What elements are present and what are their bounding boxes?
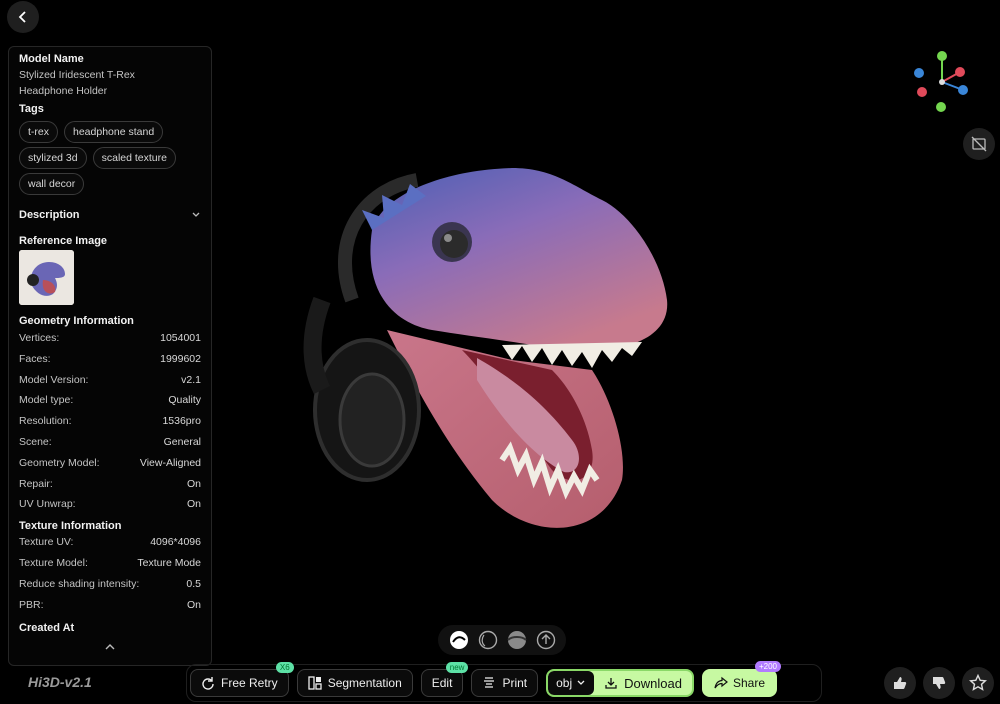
- reference-image-label: Reference Image: [19, 235, 108, 247]
- download-button[interactable]: Download: [594, 671, 692, 695]
- like-button[interactable]: [884, 667, 916, 699]
- back-button[interactable]: [7, 1, 39, 33]
- favorite-button[interactable]: [962, 667, 994, 699]
- upload-circle-icon: [536, 630, 555, 650]
- image-off-icon: [971, 136, 987, 152]
- model-name-label: Model Name: [19, 53, 84, 65]
- view-mode-shaded-button[interactable]: [448, 629, 470, 651]
- print-button[interactable]: Print: [471, 669, 539, 697]
- star-icon: [969, 674, 987, 691]
- free-retry-button[interactable]: Free Retry X6: [190, 662, 294, 697]
- tag-chip[interactable]: scaled texture: [92, 147, 176, 169]
- download-icon: [605, 678, 617, 689]
- tag-list: t-rex headphone stand stylized 3d scaled…: [19, 121, 201, 195]
- model-name-line2: Headphone Holder: [19, 85, 108, 97]
- model-viewport[interactable]: [212, 0, 1000, 660]
- share-label: Share: [732, 676, 765, 690]
- model-info-panel: Model Name Stylized Iridescent T-Rex Hea…: [8, 46, 212, 666]
- model-name-value: Stylized Iridescent T-Rex Headphone Hold…: [19, 67, 159, 99]
- share-button[interactable]: Share +200: [701, 661, 781, 697]
- texture-row: Reduce shading intensity: 0.5: [19, 577, 201, 590]
- chevron-down-icon: [192, 212, 200, 217]
- trex-3d-model: [303, 168, 668, 528]
- free-retry-label: Free Retry: [221, 676, 278, 690]
- edit-label: Edit: [431, 676, 453, 690]
- geometry-row: Model type: Quality: [19, 394, 201, 407]
- chevron-up-icon: [105, 644, 115, 650]
- tag-chip[interactable]: stylized 3d: [19, 147, 87, 169]
- tag-chip[interactable]: t-rex: [19, 121, 58, 143]
- geometry-info-label: Geometry Information: [19, 315, 134, 327]
- hide-image-button[interactable]: [963, 128, 995, 160]
- edit-button[interactable]: Edit new: [420, 662, 469, 697]
- share-icon: [714, 676, 728, 689]
- tags-label: Tags: [19, 103, 44, 115]
- geometry-row: Resolution: 1536pro: [19, 415, 201, 428]
- print-icon: [484, 677, 495, 688]
- segmentation-label: Segmentation: [327, 676, 402, 690]
- print-label: Print: [502, 676, 528, 690]
- geometry-row: Vertices: 1054001: [19, 332, 201, 344]
- dislike-button[interactable]: [923, 667, 955, 699]
- retry-icon: [202, 677, 214, 690]
- brand-label: Hi3D-v2.1: [28, 674, 92, 690]
- thumbs-down-icon: [933, 677, 946, 689]
- download-label: Download: [624, 675, 682, 691]
- created-at-label: Created At: [19, 622, 75, 635]
- geometry-row: Scene: General: [19, 435, 201, 448]
- trex-thumbnail-image: [19, 250, 74, 305]
- shaded-sphere-icon: [449, 631, 468, 649]
- collapse-panel-button[interactable]: [19, 642, 201, 652]
- download-group: obj Download: [546, 669, 694, 697]
- outline-sphere-icon: [478, 630, 497, 650]
- geometry-row: Model Version: v2.1: [19, 373, 201, 386]
- view-mode-controls: [438, 625, 566, 655]
- chevron-down-icon: [577, 680, 585, 685]
- segmentation-icon: [308, 676, 322, 690]
- format-value: obj: [556, 676, 573, 690]
- upload-view-button[interactable]: [535, 629, 557, 651]
- chevron-left-icon: [18, 11, 26, 23]
- material-sphere-icon: [506, 631, 527, 649]
- share-reward-badge: +200: [754, 661, 781, 672]
- description-label: Description: [19, 209, 80, 221]
- retry-count-badge: X6: [275, 662, 294, 673]
- format-select[interactable]: obj: [548, 671, 595, 695]
- tag-chip[interactable]: wall decor: [19, 173, 85, 195]
- geometry-row: Repair: On: [19, 477, 201, 490]
- texture-info-label: Texture Information: [19, 520, 122, 533]
- view-mode-wireframe-button[interactable]: [477, 629, 499, 651]
- geometry-row: Geometry Model: View-Aligned: [19, 456, 201, 469]
- texture-row: Texture Model: Texture Mode: [19, 556, 201, 569]
- description-toggle[interactable]: Description: [19, 209, 201, 221]
- geometry-row: Faces: 1999602: [19, 352, 201, 365]
- segmentation-button[interactable]: Segmentation: [296, 669, 413, 697]
- texture-row: PBR: On: [19, 598, 201, 611]
- axis-gizmo[interactable]: [908, 48, 970, 114]
- model-name-line1: Stylized Iridescent T-Rex: [19, 69, 135, 81]
- tag-chip[interactable]: headphone stand: [64, 121, 164, 143]
- reference-image-thumbnail[interactable]: [19, 250, 74, 305]
- thumbs-up-icon: [894, 677, 907, 689]
- new-badge: new: [445, 662, 469, 673]
- bottom-toolbar: Free Retry X6 Segmentation Edit new Prin…: [186, 661, 822, 702]
- geometry-row: UV Unwrap: On: [19, 498, 201, 511]
- view-mode-material-button[interactable]: [506, 629, 528, 651]
- texture-row: Texture UV: 4096*4096: [19, 536, 201, 549]
